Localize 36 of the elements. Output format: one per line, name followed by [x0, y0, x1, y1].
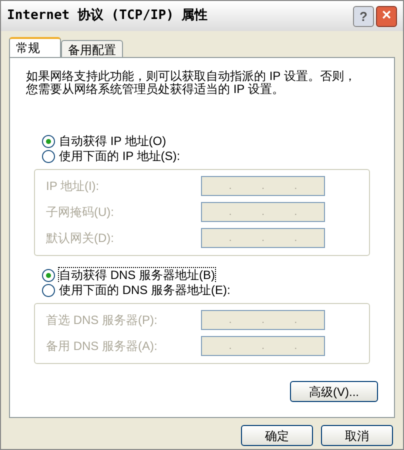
field-label: 备用 DNS 服务器(A): — [46, 338, 158, 355]
tab[interactable]: 备用配置 — [61, 40, 123, 57]
radio-label[interactable]: 自动获得 DNS 服务器地址(B) — [59, 268, 215, 283]
separator-dot: . — [294, 178, 298, 194]
help-button[interactable]: ? — [353, 6, 374, 26]
radio-button[interactable] — [42, 284, 55, 297]
separator-dot: . — [294, 230, 298, 246]
description-text: 如果网络支持此功能，则可以获取自动指派的 IP 设置。否则，您需要从网络系统管理员处获得适当的 IP 设置。 — [25, 68, 357, 96]
window-title: Internet 协议 (TCP/IP) 属性 — [7, 6, 208, 26]
tab[interactable]: 常规 — [9, 37, 61, 57]
separator-dot: . — [294, 338, 298, 354]
separator-dot: . — [261, 230, 265, 246]
separator-dot: . — [228, 312, 232, 328]
radio-label[interactable]: 使用下面的 IP 地址(S): — [59, 149, 180, 164]
separator-dot: . — [228, 338, 232, 354]
separator-dot: . — [228, 204, 232, 220]
separator-dot: . — [261, 178, 265, 194]
radio-button[interactable] — [42, 135, 55, 148]
radio-label[interactable]: 自动获得 IP 地址(O) — [59, 134, 166, 149]
radio-button[interactable] — [42, 150, 55, 163]
dialog-button[interactable]: 确定 — [241, 425, 313, 446]
field-label: 默认网关(D): — [46, 230, 114, 247]
advanced-button[interactable]: 高级(V)... — [290, 381, 378, 402]
field-label: IP 地址(I): — [46, 178, 100, 195]
dialog-button[interactable]: 取消 — [321, 425, 393, 446]
field-label: 子网掩码(U): — [46, 204, 114, 221]
separator-dot: . — [228, 230, 232, 246]
radio-button[interactable] — [42, 269, 55, 282]
close-button[interactable]: × — [376, 6, 397, 26]
separator-dot: . — [294, 312, 298, 328]
separator-dot: . — [228, 178, 232, 194]
separator-dot: . — [261, 312, 265, 328]
separator-dot: . — [261, 338, 265, 354]
field-label: 首选 DNS 服务器(P): — [46, 312, 158, 329]
separator-dot: . — [261, 204, 265, 220]
separator-dot: . — [294, 204, 298, 220]
